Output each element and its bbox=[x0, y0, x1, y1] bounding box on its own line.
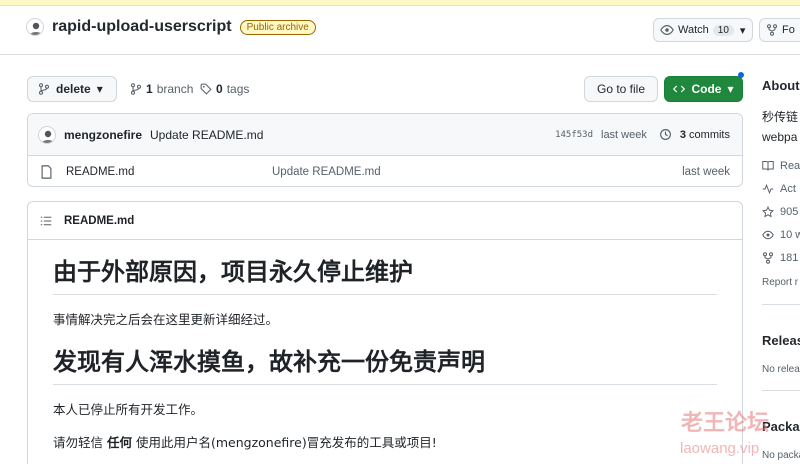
code-button[interactable]: Code ▾ bbox=[664, 76, 743, 102]
book-icon bbox=[762, 160, 774, 172]
commit-meta: 145f53d last week 3 commits bbox=[555, 128, 730, 141]
branch-name: delete bbox=[56, 82, 91, 96]
chevron-down-icon: ▾ bbox=[96, 82, 103, 96]
about-title: About bbox=[762, 78, 800, 93]
eye-icon bbox=[660, 23, 674, 37]
tag-count: 0 bbox=[216, 82, 223, 96]
chevron-down-icon: ▾ bbox=[727, 82, 734, 96]
archive-banner-strip bbox=[0, 0, 800, 6]
star-icon bbox=[762, 206, 774, 218]
readme-filename: README.md bbox=[64, 214, 135, 227]
commits-link[interactable]: 3 commits bbox=[680, 129, 730, 141]
tag-icon bbox=[200, 83, 212, 95]
branch-select-button[interactable]: delete ▾ bbox=[27, 76, 117, 102]
about-description-2[interactable]: webpa bbox=[762, 130, 797, 144]
readme-panel: README.md 由于外部原因，项目永久停止维护 事情解决完之后会在这里更新详… bbox=[27, 201, 743, 464]
readme-paragraph-3: 请勿轻信 任何 使用此用户名(mengzonefire)冒充发布的工具或项目! bbox=[53, 432, 717, 451]
list-icon[interactable] bbox=[40, 215, 52, 227]
readme-paragraph-1: 事情解决完之后会在这里更新详细经过。 bbox=[53, 312, 279, 327]
no-releases-text: No releas bbox=[762, 364, 800, 375]
p3-pre: 请勿轻信 bbox=[53, 435, 107, 450]
sidebar-activity-label: Act bbox=[780, 183, 796, 195]
sidebar-readme-label: Rea bbox=[780, 160, 800, 172]
code-label: Code bbox=[691, 82, 722, 96]
branch-count: 1 bbox=[146, 82, 153, 96]
chevron-down-icon: ▾ bbox=[739, 24, 746, 37]
watch-button[interactable]: Watch 10 ▾ bbox=[653, 18, 753, 42]
sidebar-stars-count: 905 bbox=[780, 206, 799, 218]
readme-paragraph-2: 本人已停止所有开发工作。 bbox=[53, 402, 204, 417]
sidebar-stars-link[interactable]: 905 bbox=[762, 206, 798, 218]
sidebar-activity-link[interactable]: Act bbox=[762, 183, 796, 195]
no-packages-text: No packa bbox=[762, 450, 800, 461]
header-divider bbox=[0, 54, 800, 55]
readme-header: README.md bbox=[28, 202, 742, 240]
p3-post: 使用此用户名(mengzonefire)冒充发布的工具或项目! bbox=[132, 435, 437, 450]
tag-word: tags bbox=[226, 82, 250, 96]
file-icon bbox=[40, 164, 53, 179]
sidebar-readme-link[interactable]: Rea bbox=[762, 160, 800, 172]
sidebar-watching-count: 10 w bbox=[780, 229, 800, 241]
owner-avatar[interactable] bbox=[26, 18, 44, 36]
readme-heading-1: 由于外部原因，项目永久停止维护 bbox=[53, 252, 717, 295]
commits-word: commits bbox=[689, 128, 730, 141]
file-browser: mengzonefire Update README.md 145f53d la… bbox=[27, 113, 743, 187]
commits-count: 3 bbox=[679, 128, 686, 141]
repo-header: rapid-upload-userscript Public archive bbox=[26, 18, 316, 36]
about-description-1: 秒传链 bbox=[762, 110, 799, 124]
readme-content: 由于外部原因，项目永久停止维护 事情解决完之后会在这里更新详细经过。 发现有人浑… bbox=[28, 240, 742, 464]
commit-message[interactable]: Update README.md bbox=[150, 128, 263, 142]
report-repository-link[interactable]: Report r bbox=[762, 277, 798, 288]
code-icon bbox=[673, 83, 686, 95]
branches-link[interactable]: 1 branch bbox=[130, 82, 193, 96]
watermark-url: laowang.vip bbox=[680, 440, 760, 457]
commit-author[interactable]: mengzonefire bbox=[64, 128, 142, 142]
p3-bold: 任何 bbox=[106, 435, 132, 450]
watch-count: 10 bbox=[712, 24, 734, 36]
history-icon bbox=[659, 128, 672, 141]
fork-icon bbox=[766, 24, 778, 36]
sidebar-forks-link[interactable]: 181 bbox=[762, 252, 798, 264]
sidebar-forks-count: 181 bbox=[780, 252, 799, 264]
watermark-text: 老王论坛 bbox=[681, 411, 770, 436]
public-archive-badge: Public archive bbox=[239, 19, 316, 35]
branch-icon bbox=[38, 83, 50, 95]
pulse-icon bbox=[762, 183, 774, 195]
fork-button[interactable]: Fo bbox=[759, 18, 800, 42]
branch-word: branch bbox=[156, 82, 194, 96]
file-time: last week bbox=[682, 165, 730, 178]
branch-icon bbox=[130, 83, 142, 95]
releases-title[interactable]: Releas bbox=[762, 333, 800, 348]
go-to-file-button[interactable]: Go to file bbox=[584, 76, 658, 102]
file-row[interactable]: README.md Update README.md last week bbox=[28, 156, 742, 186]
file-name[interactable]: README.md bbox=[66, 166, 134, 178]
eye-icon bbox=[762, 229, 774, 241]
commit-time: last week bbox=[601, 128, 647, 141]
latest-commit-row: mengzonefire Update README.md 145f53d la… bbox=[28, 114, 742, 156]
author-avatar[interactable] bbox=[38, 125, 56, 144]
readme-heading-2: 发现有人浑水摸鱼，故补充一份免责声明 bbox=[53, 342, 717, 385]
commit-sha[interactable]: 145f53d bbox=[555, 130, 593, 140]
tags-link[interactable]: 0 tags bbox=[200, 82, 249, 96]
fork-icon bbox=[762, 252, 774, 264]
sidebar-watching-link[interactable]: 10 w bbox=[762, 229, 800, 241]
watch-label: Watch bbox=[678, 24, 709, 36]
sidebar-divider bbox=[762, 304, 800, 305]
fork-label: Fo bbox=[782, 24, 795, 36]
file-commit-message[interactable]: Update README.md bbox=[272, 166, 381, 178]
sidebar-divider bbox=[762, 390, 800, 391]
repo-name-link[interactable]: rapid-upload-userscript bbox=[52, 18, 232, 36]
notification-dot bbox=[738, 72, 744, 78]
